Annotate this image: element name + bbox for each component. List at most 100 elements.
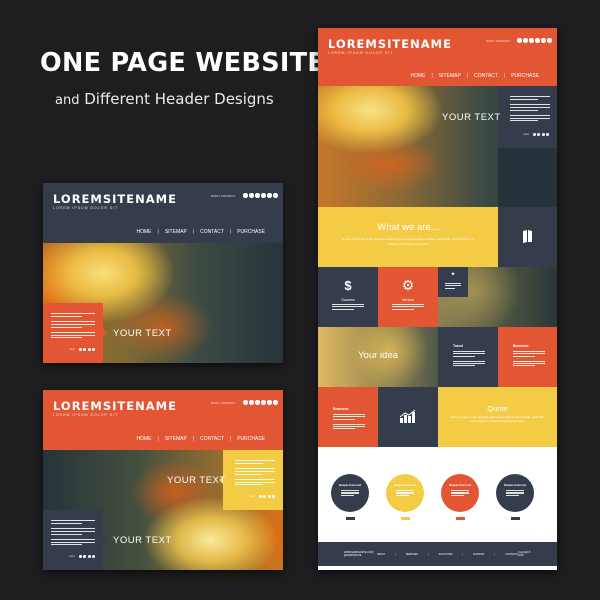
circle-more-button[interactable] [345,517,355,520]
site-logo[interactable]: LOREMSITENAME [53,399,177,413]
slider-dot[interactable] [537,133,540,136]
feature-circle: Sample lorem text [331,474,369,512]
social-icon[interactable] [249,400,254,405]
nav-purchase[interactable]: PURCHASE [237,229,265,235]
paragraph-lines [341,490,359,497]
social-icon[interactable] [255,193,260,198]
circle-more-button[interactable] [400,517,410,520]
slider-dot[interactable] [532,133,536,136]
site-tagline: LOREM IPSUM DOLOR SIT [53,413,119,417]
nav-separator: | [431,73,433,79]
social-icon[interactable] [255,400,260,405]
footer-link[interactable]: ABOUT [377,553,385,556]
site-tagline: LOREM IPSUM DOLOR SIT [328,51,394,55]
social-icon[interactable] [523,38,528,43]
site-logo[interactable]: LOREMSITENAME [53,192,177,206]
paragraph-lines [235,460,275,487]
nav-sitemap[interactable]: SITEMAP [439,73,461,79]
social-icon[interactable] [273,400,278,405]
slider-dot[interactable] [92,555,95,558]
slider-dot[interactable] [87,348,91,351]
quote-tile: Quote Donec ut pretium nulla. Praesent s… [438,387,557,447]
paragraph-lines [332,304,364,311]
what-we-are-section: What we are... Donec ut pretium nulla. P… [318,207,502,267]
social-icon[interactable] [517,38,522,43]
paragraph-lines [453,351,485,368]
social-icons [243,400,278,405]
slider-dot[interactable] [272,495,275,498]
nav-home[interactable]: HOME [411,73,426,79]
mockup-orange-header: LOREMSITENAME LOREM IPSUM DOLOR SIT DATA… [43,390,283,570]
hero-text-1: YOUR TEXT [167,475,226,486]
slider-dot[interactable] [258,495,262,498]
headline-title: ONE PAGE WEBSITE [40,48,326,78]
feature-circle: Sample lorem text [386,474,424,512]
social-icon[interactable] [267,400,272,405]
social-icon[interactable] [273,193,278,198]
nav-separator: | [466,73,469,79]
footer-link[interactable]: SUPPORT [473,553,485,556]
dollar-icon: $ [344,278,352,293]
feature-circle: Sample lorem text [441,474,479,512]
main-nav: HOME | SITEMAP | CONTACT | PURCHASE [411,73,539,79]
social-icon[interactable] [243,400,248,405]
social-icon[interactable] [261,400,266,405]
slider-dot[interactable] [541,133,545,136]
social-icon[interactable] [249,193,254,198]
circle-title: Sample lorem text [393,484,417,487]
slider-dot[interactable] [78,348,82,351]
slider-dot[interactable] [263,495,266,498]
paragraph-lines [445,283,461,290]
text-box-navy: more [43,510,107,570]
social-icon[interactable] [535,38,540,43]
footer-link[interactable]: SOLUTIONS [439,553,453,556]
slider-dot[interactable] [92,348,95,351]
social-icon[interactable] [261,193,266,198]
nav-contact[interactable]: CONTACT [200,436,224,442]
paragraph-lines [451,490,469,497]
social-icon[interactable] [267,193,272,198]
circle-more-button[interactable] [510,517,520,520]
shapes-icon: ✦ [450,272,456,278]
footer-site-link[interactable]: WWW.SAMPLESITE.COM | @SAMPLESITE [344,551,377,557]
what-we-are-title: What we are... [377,222,439,233]
site-logo[interactable]: LOREMSITENAME [328,37,452,51]
text-box-navy: more [494,86,557,148]
tile-label: Service [402,298,414,302]
paragraph-lines [513,351,545,368]
social-icon[interactable] [243,193,248,198]
nav-home[interactable]: HOME [137,436,152,442]
slider-dot[interactable] [83,555,86,558]
text-box: more [43,303,107,363]
nav-contact[interactable]: CONTACT [200,229,224,235]
social-icon[interactable] [547,38,552,43]
footer-separator: | [494,552,496,556]
footer-link[interactable]: SERVICES [406,553,418,556]
bar-chart-icon [400,410,416,423]
slider-dot[interactable] [78,555,82,558]
nav-sitemap[interactable]: SITEMAP [165,229,187,235]
tile-label: Success [341,298,355,302]
slider-dots: more [69,555,95,558]
social-icon[interactable] [529,38,534,43]
nav-purchase[interactable]: PURCHASE [237,436,265,442]
social-icon[interactable] [541,38,546,43]
circle-more-button[interactable] [455,517,465,520]
main-nav: HOME | SITEMAP | CONTACT | PURCHASE [137,436,265,442]
nav-contact[interactable]: CONTACT [474,73,498,79]
nav-home[interactable]: HOME [137,229,152,235]
mockup-one-page: LOREMSITENAME LOREM IPSUM DOLOR SIT DATA… [318,28,557,570]
slider-dot[interactable] [87,555,91,558]
slider-dot[interactable] [83,348,86,351]
header-contact: DATA / CONTACT [486,39,511,43]
slider-dot[interactable] [546,133,549,136]
slider-dots: more [523,133,549,136]
footer-link[interactable]: CONTACTS [505,553,518,556]
nav-sitemap[interactable]: SITEMAP [165,436,187,442]
nav-purchase[interactable]: PURCHASE [511,73,539,79]
tile-small: ✦ [438,267,468,297]
mockup-navy-header: LOREMSITENAME LOREM IPSUM DOLOR SIT DATA… [43,183,283,363]
social-icons [243,193,278,198]
slider-dot[interactable] [267,495,271,498]
business-title: Business [333,407,349,411]
